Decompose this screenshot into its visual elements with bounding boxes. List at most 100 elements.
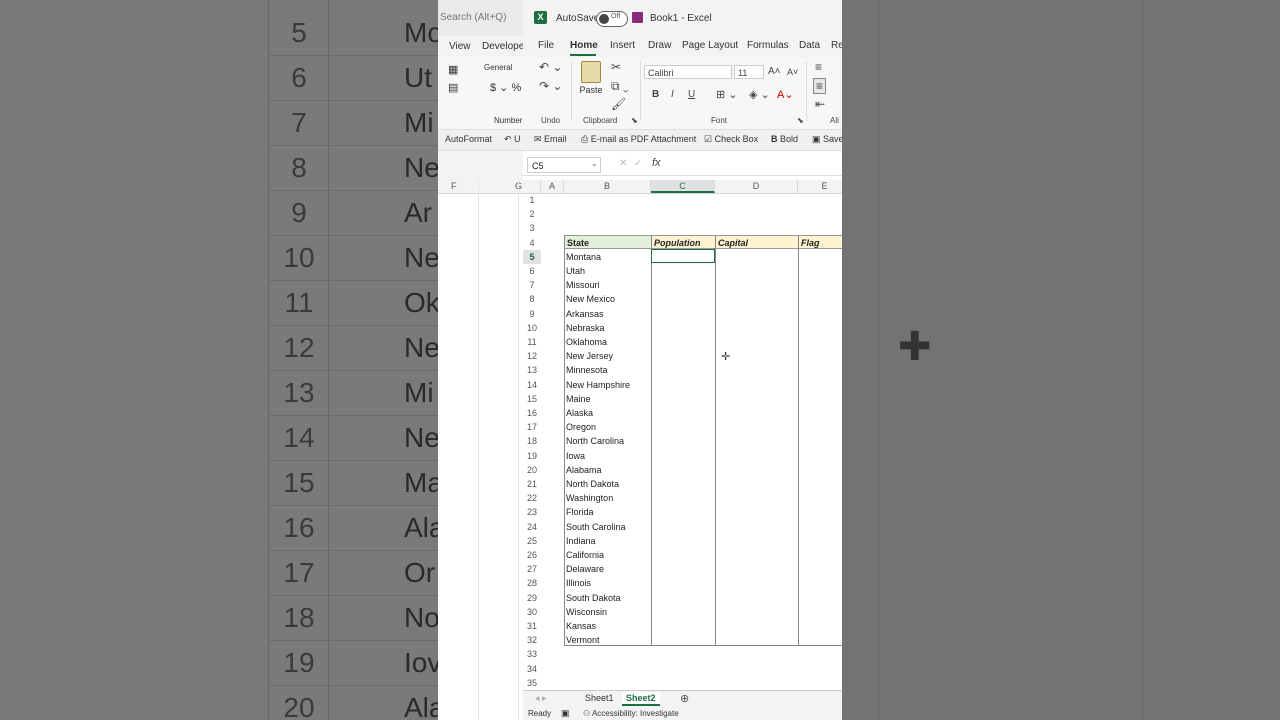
state-cell[interactable]: South Dakota	[564, 591, 651, 605]
undo-qa-button[interactable]: ↶ U	[504, 134, 521, 145]
row-header-16[interactable]: 16	[523, 406, 541, 420]
formula-input[interactable]	[669, 157, 839, 173]
state-cell[interactable]: Missouri	[564, 278, 651, 292]
row-header-27[interactable]: 27	[523, 562, 541, 576]
redo-icon[interactable]: ↷ ⌄	[539, 79, 562, 93]
column-header-d[interactable]: D	[715, 180, 798, 193]
row-header-32[interactable]: 32	[523, 633, 541, 647]
state-cell[interactable]: South Carolina	[564, 520, 651, 534]
row-header-15[interactable]: 15	[523, 392, 541, 406]
row-header-17[interactable]: 17	[523, 420, 541, 434]
state-cell[interactable]: New Hampshire	[564, 378, 651, 392]
font-color-icon[interactable]: A⌄	[777, 88, 794, 102]
undo-icon[interactable]: ↶ ⌄	[539, 60, 562, 74]
state-cell[interactable]: Florida	[564, 505, 651, 519]
macro-record-icon[interactable]: ▣	[561, 708, 570, 719]
tab-view[interactable]: View	[449, 41, 471, 52]
font-launcher-icon[interactable]: ⬊	[797, 116, 804, 125]
bold-qa-button[interactable]: B Bold	[771, 134, 798, 144]
row-header-7[interactable]: 7	[523, 278, 541, 292]
row-header-20[interactable]: 20	[523, 463, 541, 477]
state-cell[interactable]: Illinois	[564, 576, 651, 590]
align-top-icon[interactable]: ≡	[815, 60, 822, 74]
row-header-4[interactable]: 4	[523, 236, 541, 250]
row-header-29[interactable]: 29	[523, 591, 541, 605]
row-header-10[interactable]: 10	[523, 321, 541, 335]
tab-home[interactable]: Home	[570, 40, 598, 51]
search-box[interactable]: Search (Alt+Q)	[440, 12, 506, 23]
bold-button[interactable]: B	[652, 88, 659, 102]
select-all-corner[interactable]	[523, 180, 541, 193]
active-cell-c5[interactable]	[651, 249, 715, 263]
table-icon[interactable]: ▤	[448, 81, 458, 94]
row-header-33[interactable]: 33	[523, 647, 541, 661]
column-header-a[interactable]: A	[541, 180, 564, 193]
state-cell[interactable]: Indiana	[564, 534, 651, 548]
state-cell[interactable]: Alabama	[564, 463, 651, 477]
copy-icon[interactable]: ⧉ ⌄	[611, 79, 629, 93]
state-cell[interactable]: Oregon	[564, 420, 651, 434]
cut-icon[interactable]: ✂	[611, 60, 621, 74]
state-cell[interactable]: Oklahoma	[564, 335, 651, 349]
state-cell[interactable]: North Carolina	[564, 434, 651, 448]
paste-button[interactable]: Paste	[577, 61, 605, 105]
tab-review[interactable]: Re	[831, 40, 842, 51]
sheet-tab-sheet1[interactable]: Sheet1	[581, 692, 618, 704]
clipboard-launcher-icon[interactable]: ⬊	[631, 116, 638, 125]
row-header-22[interactable]: 22	[523, 491, 541, 505]
header-state[interactable]: State	[564, 235, 651, 249]
accessibility-status[interactable]: ⚇ Accessibility: Investigate	[583, 709, 679, 718]
state-cell[interactable]: Iowa	[564, 449, 651, 463]
email-pdf-button[interactable]: ⎙ E-mail as PDF Attachment	[581, 134, 696, 145]
state-cell[interactable]: Maine	[564, 392, 651, 406]
row-header-5[interactable]: 5	[523, 249, 541, 264]
align-left-icon[interactable]: ≡	[813, 78, 827, 94]
state-cell[interactable]: Kansas	[564, 619, 651, 633]
save-qa-button[interactable]: ▣ Save	[812, 134, 842, 145]
sheet-nav-icon[interactable]: ◂ ▸	[535, 693, 547, 704]
row-header-12[interactable]: 12	[523, 349, 541, 363]
increase-font-icon[interactable]: A˄	[768, 65, 781, 79]
row-header-28[interactable]: 28	[523, 576, 541, 590]
indent-icon[interactable]: ⇤	[815, 97, 825, 111]
fx-icon[interactable]: fx	[652, 157, 661, 169]
state-cell[interactable]: Montana	[564, 250, 651, 264]
column-header-b[interactable]: B	[564, 180, 651, 193]
header-population[interactable]: Population	[651, 235, 715, 249]
tab-developer[interactable]: Develope	[482, 41, 523, 52]
column-header-f[interactable]: F	[451, 181, 457, 191]
number-format-dropdown[interactable]: General	[484, 63, 512, 72]
row-header-21[interactable]: 21	[523, 477, 541, 491]
state-cell[interactable]: Arkansas	[564, 307, 651, 321]
borders-icon[interactable]: ⊞ ⌄	[716, 88, 738, 102]
format-painter-icon[interactable]: 🖌	[611, 97, 626, 111]
add-sheet-icon[interactable]: ⊕	[680, 692, 689, 705]
autoformat-button[interactable]: AutoFormat	[445, 134, 492, 144]
row-header-2[interactable]: 2	[523, 207, 541, 221]
tab-data[interactable]: Data	[799, 40, 820, 51]
row-header-18[interactable]: 18	[523, 434, 541, 448]
state-cell[interactable]: Washington	[564, 491, 651, 505]
state-cell[interactable]: Nebraska	[564, 321, 651, 335]
font-name-dropdown[interactable]: Calibri	[644, 65, 732, 79]
state-cell[interactable]: New Jersey	[564, 349, 651, 363]
check-box-button[interactable]: ☑ Check Box	[704, 134, 758, 145]
font-size-dropdown[interactable]: 11	[734, 65, 764, 79]
row-header-13[interactable]: 13	[523, 363, 541, 377]
row-header-31[interactable]: 31	[523, 619, 541, 633]
enter-icon[interactable]: ✓	[634, 158, 642, 169]
state-cell[interactable]: Minnesota	[564, 363, 651, 377]
row-header-11[interactable]: 11	[523, 335, 541, 349]
row-header-30[interactable]: 30	[523, 605, 541, 619]
email-button[interactable]: ✉ Email	[534, 134, 567, 145]
italic-button[interactable]: I	[671, 88, 674, 102]
style-icon[interactable]: ▦	[448, 63, 458, 76]
underline-button[interactable]: U	[688, 88, 695, 102]
row-header-23[interactable]: 23	[523, 505, 541, 519]
currency-icon[interactable]: $ ⌄ %	[490, 81, 521, 94]
row-header-14[interactable]: 14	[523, 378, 541, 392]
state-cell[interactable]: Wisconsin	[564, 605, 651, 619]
name-box[interactable]: C5	[527, 157, 601, 173]
row-header-3[interactable]: 3	[523, 221, 541, 235]
row-header-19[interactable]: 19	[523, 449, 541, 463]
